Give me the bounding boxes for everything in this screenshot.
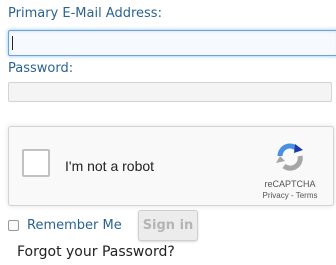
recaptcha-widget: I'm not a robot reCAPTCHA Privacy - Term… — [8, 126, 334, 206]
privacy-link[interactable]: Privacy — [263, 191, 289, 200]
password-label: Password: — [8, 61, 74, 76]
recaptcha-brand: reCAPTCHA — [264, 179, 316, 189]
link-separator: - — [288, 191, 296, 200]
recaptcha-logo-icon — [276, 143, 303, 171]
sign-in-button[interactable]: Sign in — [138, 210, 198, 241]
recaptcha-label: I'm not a robot — [65, 158, 155, 174]
recaptcha-links: Privacy - Terms — [257, 191, 323, 200]
remember-me-checkbox[interactable] — [8, 220, 19, 231]
remember-me-label[interactable]: Remember Me — [27, 218, 122, 233]
text-cursor — [12, 36, 13, 50]
password-field[interactable] — [8, 82, 332, 102]
forgot-password-link[interactable]: Forgot your Password? — [17, 244, 175, 260]
email-field[interactable] — [8, 30, 336, 56]
recaptcha-checkbox[interactable] — [22, 149, 50, 177]
email-label: Primary E-Mail Address: — [8, 6, 162, 21]
terms-link[interactable]: Terms — [296, 191, 318, 200]
